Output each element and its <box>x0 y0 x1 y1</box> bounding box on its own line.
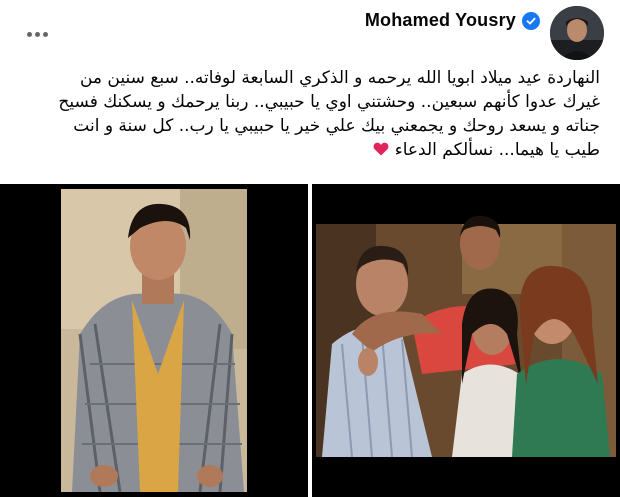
post-header: Mohamed Yousry <box>0 0 620 64</box>
heart-icon <box>373 142 389 156</box>
verified-badge-icon <box>522 11 540 30</box>
post-text-line: النهاردة عيد ميلاد ابويا الله يرحمه و ال… <box>79 68 600 88</box>
post-text: النهاردة عيد ميلاد ابويا الله يرحمه و ال… <box>15 66 600 162</box>
more-dot-icon <box>26 31 32 37</box>
post-text-line: غيرك عدوا كأنهم سبعين.. وحشتني اوي يا حب… <box>58 92 600 112</box>
photo-grid <box>0 184 620 497</box>
photo-right[interactable] <box>312 184 620 497</box>
more-dot-icon <box>34 31 40 37</box>
avatar[interactable] <box>550 6 604 60</box>
author-name[interactable]: Mohamed Yousry <box>365 10 516 31</box>
author-block: Mohamed Yousry <box>365 10 540 31</box>
more-options-button[interactable] <box>22 22 52 46</box>
post-text-line: جناته و يسعد روحك و يجمعني بيك علي خير ي… <box>73 116 600 136</box>
more-dot-icon <box>42 31 48 37</box>
post-text-line-last: طيب يا هيما... نسألكم الدعاء <box>15 138 600 162</box>
post-text-line: طيب يا هيما... نسألكم الدعاء <box>394 140 600 160</box>
photo-left[interactable] <box>0 184 308 497</box>
